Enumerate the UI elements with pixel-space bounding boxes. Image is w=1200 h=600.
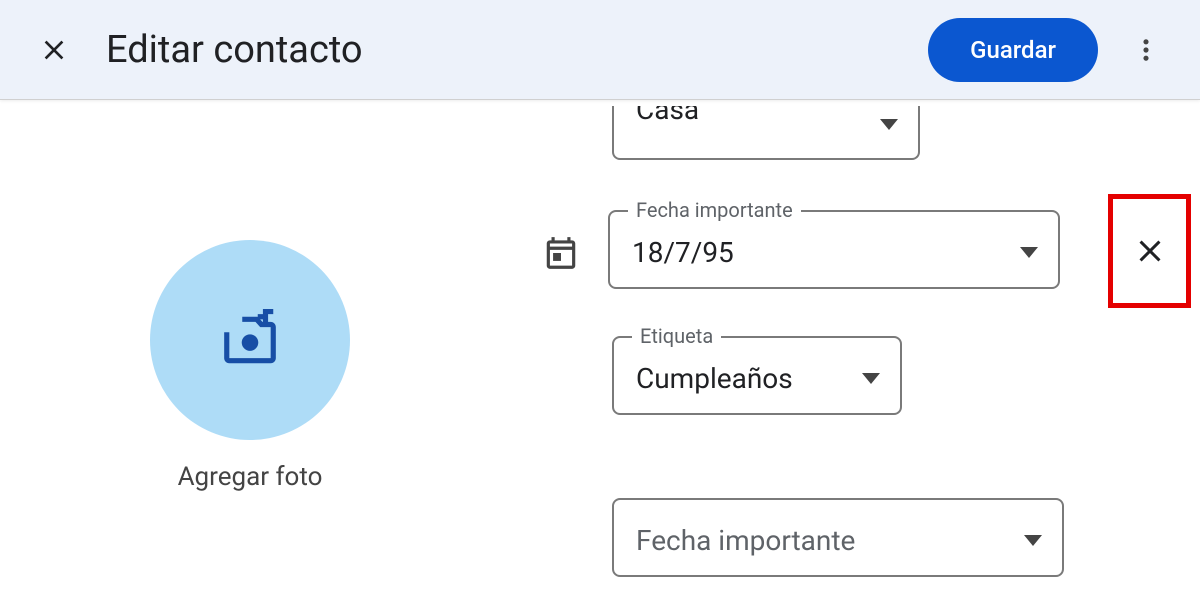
- chevron-down-icon: [862, 373, 880, 384]
- more-options-icon[interactable]: [1122, 26, 1170, 74]
- close-icon: [1132, 233, 1168, 269]
- add-photo-avatar[interactable]: [150, 240, 350, 440]
- tag-label: Etiqueta: [632, 324, 721, 348]
- tag-dropdown[interactable]: Etiqueta Cumpleaños: [612, 336, 902, 415]
- important-date-field[interactable]: Fecha importante 18/7/95: [608, 210, 1060, 289]
- remove-date-button[interactable]: [1108, 194, 1191, 308]
- chevron-down-icon: [1020, 247, 1038, 258]
- page-title: Editar contacto: [106, 28, 928, 72]
- tag-value: Cumpleaños: [636, 362, 793, 395]
- add-important-date-placeholder: Fecha importante: [636, 524, 855, 557]
- chevron-down-icon: [1024, 535, 1042, 546]
- add-important-date-dropdown[interactable]: Fecha importante: [612, 498, 1064, 577]
- calendar-icon: [542, 234, 580, 272]
- address-type-dropdown[interactable]: Casa: [612, 106, 920, 160]
- save-button[interactable]: Guardar: [928, 18, 1098, 82]
- address-type-value: Casa: [636, 106, 699, 126]
- important-date-value: 18/7/95: [632, 236, 734, 269]
- camera-plus-icon: [219, 309, 281, 371]
- important-date-label: Fecha importante: [628, 198, 801, 222]
- app-header: Editar contacto Guardar: [0, 0, 1200, 100]
- close-icon[interactable]: [30, 26, 78, 74]
- chevron-down-icon: [880, 119, 898, 130]
- add-photo-label: Agregar foto: [178, 462, 323, 492]
